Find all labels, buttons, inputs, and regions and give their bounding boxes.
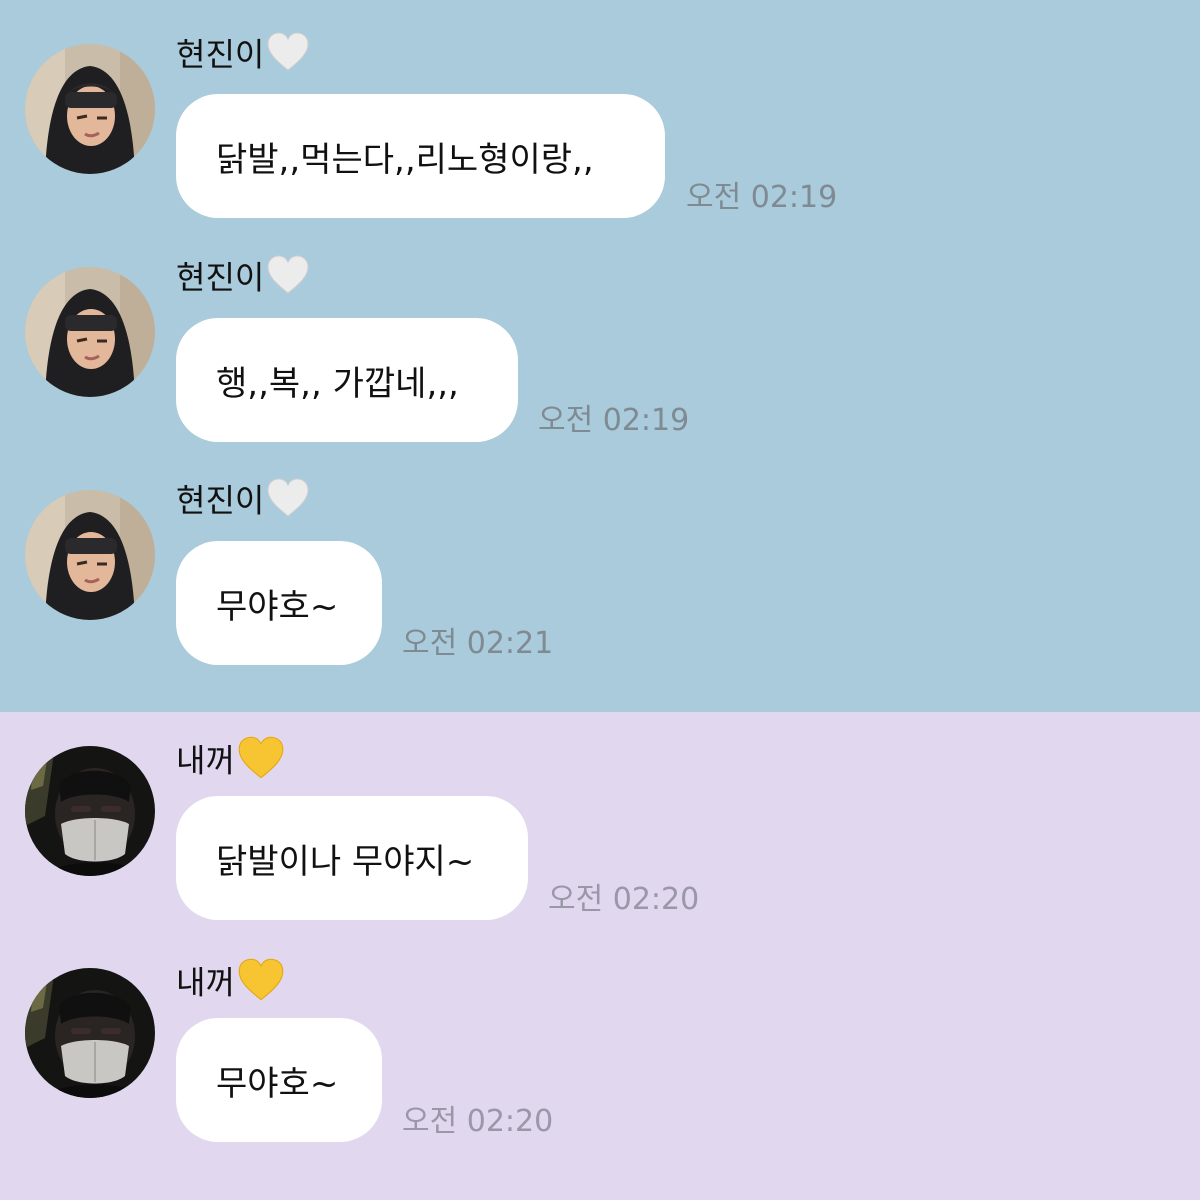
white-heart-icon bbox=[266, 478, 310, 527]
message-text: 무야호~ bbox=[216, 1063, 339, 1104]
message-text: 닭발,,먹는다,,리노형이랑,, bbox=[216, 139, 594, 180]
yellow-heart-icon bbox=[237, 736, 285, 789]
message-text: 닭발이나 무야지~ bbox=[216, 841, 475, 882]
message-bubble[interactable]: 무야호~ bbox=[176, 541, 382, 665]
chat-panel-top: 현진이 닭발,,먹는다,,리노형이랑,, 오전 02:19 현진이 행,,복,,… bbox=[0, 0, 1200, 712]
message-text: 행,,복,, 가깝네,,, bbox=[216, 363, 459, 404]
message-time: 오전 02:21 bbox=[402, 626, 554, 661]
chat-panel-bottom: 내꺼 닭발이나 무야지~ 오전 02:20 내꺼 무야호~ 오전 02:20 bbox=[0, 712, 1200, 1200]
avatar[interactable] bbox=[25, 968, 155, 1098]
message-time: 오전 02:19 bbox=[686, 180, 838, 215]
avatar[interactable] bbox=[25, 746, 155, 876]
message-bubble[interactable]: 무야호~ bbox=[176, 1018, 382, 1142]
message-time: 오전 02:19 bbox=[538, 403, 690, 438]
message-text: 무야호~ bbox=[216, 586, 339, 627]
message-bubble[interactable]: 행,,복,, 가깝네,,, bbox=[176, 318, 518, 442]
white-heart-icon bbox=[266, 255, 310, 304]
avatar[interactable] bbox=[25, 490, 155, 620]
avatar[interactable] bbox=[25, 44, 155, 174]
message-bubble[interactable]: 닭발,,먹는다,,리노형이랑,, bbox=[176, 94, 665, 218]
sender-name: 현진이 bbox=[176, 32, 310, 81]
white-heart-icon bbox=[266, 32, 310, 81]
sender-name: 내꺼 bbox=[176, 736, 285, 789]
message-bubble[interactable]: 닭발이나 무야지~ bbox=[176, 796, 528, 920]
message-time: 오전 02:20 bbox=[548, 882, 700, 917]
sender-name: 현진이 bbox=[176, 255, 310, 304]
sender-name: 내꺼 bbox=[176, 958, 285, 1011]
yellow-heart-icon bbox=[237, 958, 285, 1011]
avatar[interactable] bbox=[25, 267, 155, 397]
sender-name: 현진이 bbox=[176, 478, 310, 527]
message-time: 오전 02:20 bbox=[402, 1104, 554, 1139]
